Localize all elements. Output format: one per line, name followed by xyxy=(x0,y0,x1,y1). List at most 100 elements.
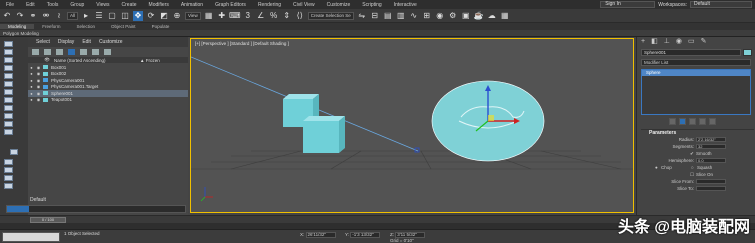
menu-animation[interactable]: Animation xyxy=(175,2,209,8)
menu-file[interactable]: File xyxy=(0,2,20,8)
motion-tab-icon[interactable]: ◉ xyxy=(676,37,682,45)
display-frozen-icon[interactable] xyxy=(4,121,13,127)
explorer-menu-display[interactable]: Display xyxy=(58,39,74,45)
angle-snap-icon[interactable]: ∠ xyxy=(256,11,266,21)
explorer-column-header[interactable]: 👁 Name (Sorted Ascending) ▲ Frozen xyxy=(28,57,188,63)
select-all-icon[interactable] xyxy=(32,48,39,55)
visibility-icon[interactable]: ● xyxy=(28,84,35,89)
render-icon[interactable]: ◉ xyxy=(35,78,42,83)
layer-icon[interactable] xyxy=(104,48,111,55)
display-xrefs-icon[interactable] xyxy=(4,97,13,103)
explorer-menu-edit[interactable]: Edit xyxy=(82,39,91,45)
configure-sets-icon[interactable] xyxy=(709,118,716,125)
display-none-icon[interactable] xyxy=(4,159,13,165)
object-color-swatch[interactable] xyxy=(743,49,752,56)
rect-selection-icon[interactable]: ▢ xyxy=(107,11,117,21)
hierarchy-icon[interactable] xyxy=(92,48,99,55)
render-icon[interactable]: ◉ xyxy=(35,65,42,70)
edit-named-selection-icon[interactable]: ⟨⟩ xyxy=(295,11,305,21)
select-manipulate-icon[interactable]: ✚ xyxy=(217,11,227,21)
select-rotate-icon[interactable]: ⟳ xyxy=(146,11,156,21)
window-crossing-icon[interactable]: ◫ xyxy=(120,11,130,21)
visibility-icon[interactable]: ● xyxy=(28,65,35,70)
render-production-icon[interactable]: ☕ xyxy=(474,11,484,21)
tab-selection[interactable]: Selection xyxy=(69,24,104,29)
viewport-label[interactable]: [+] [Perspective ] [Standard ] [Default … xyxy=(195,41,289,46)
layer-bar[interactable] xyxy=(6,205,186,213)
x-field[interactable]: 26'11/32" xyxy=(305,232,336,238)
display-spacewarps-icon[interactable] xyxy=(4,81,13,87)
toggle-scene-explorer-icon[interactable]: ▤ xyxy=(383,11,393,21)
render-icon[interactable]: ◉ xyxy=(35,91,42,96)
place-icon[interactable]: ⊕ xyxy=(172,11,182,21)
tab-object-paint[interactable]: Object Paint xyxy=(103,24,144,29)
object-name-field[interactable]: Sphere001 xyxy=(641,49,741,56)
make-unique-icon[interactable] xyxy=(689,118,696,125)
explorer-menu-customize[interactable]: Customize xyxy=(99,39,123,45)
keyboard-shortcut-icon[interactable]: ⌨ xyxy=(229,11,241,21)
select-object-icon[interactable]: ▸ xyxy=(81,11,91,21)
display-hidden-icon[interactable] xyxy=(4,129,13,135)
list-item[interactable]: ● ◉ Teapot001 xyxy=(28,97,188,104)
menu-modifiers[interactable]: Modifiers xyxy=(143,2,175,8)
segments-spinner[interactable]: 32 xyxy=(696,144,726,149)
mirror-icon[interactable]: ⇋ xyxy=(357,11,367,21)
bind-spacewarp-icon[interactable]: ≀ xyxy=(54,11,64,21)
menu-scripting[interactable]: Scripting xyxy=(356,2,387,8)
slice-to-spinner[interactable] xyxy=(696,186,726,191)
display-shapes-icon[interactable] xyxy=(4,49,13,55)
select-none-icon[interactable] xyxy=(44,48,51,55)
render-icon[interactable]: ◉ xyxy=(35,97,42,102)
menu-views[interactable]: Views xyxy=(90,2,115,8)
display-cameras-icon[interactable] xyxy=(4,65,13,71)
selection-filter-dropdown[interactable]: All xyxy=(67,11,79,20)
render-in-cloud-icon[interactable]: ☁ xyxy=(487,11,497,21)
pivot-center-icon[interactable]: ▦ xyxy=(204,11,214,21)
display-all-icon[interactable] xyxy=(10,149,18,155)
ribbon-polygon-modeling[interactable]: Polygon Modeling xyxy=(0,30,755,37)
visibility-icon[interactable]: ● xyxy=(28,71,35,76)
maxscript-listener[interactable] xyxy=(2,232,60,242)
explorer-menu-select[interactable]: Select xyxy=(36,39,50,45)
display-bones-icon[interactable] xyxy=(4,105,13,111)
display-containers-icon[interactable] xyxy=(4,113,13,119)
tab-populate[interactable]: Populate xyxy=(144,24,178,29)
show-end-result-icon[interactable] xyxy=(679,118,686,125)
stack-item-sphere[interactable]: Sphere xyxy=(642,70,750,76)
menu-edit[interactable]: Edit xyxy=(20,2,41,8)
parameters-heading[interactable]: Parameters xyxy=(641,129,754,136)
squash-radio[interactable]: ○ xyxy=(691,164,694,171)
align-icon[interactable]: ⊟ xyxy=(370,11,380,21)
display-groups-icon[interactable] xyxy=(4,89,13,95)
visibility-icon[interactable]: ● xyxy=(28,97,35,102)
visibility-icon[interactable]: ● xyxy=(28,91,35,96)
pin-stack-icon[interactable] xyxy=(669,118,676,125)
render-setup-icon[interactable]: ⚙ xyxy=(448,11,458,21)
render-icon[interactable]: ◉ xyxy=(35,71,42,76)
box-objects[interactable] xyxy=(283,94,345,153)
lock-icon[interactable] xyxy=(80,48,87,55)
menu-civil-view[interactable]: Civil View xyxy=(287,2,321,8)
render-icon[interactable]: ◉ xyxy=(35,84,42,89)
hierarchy-tab-icon[interactable]: ⊥ xyxy=(664,37,670,45)
menu-tools[interactable]: Tools xyxy=(41,2,65,8)
select-move-icon[interactable]: ✥ xyxy=(133,10,144,21)
column-frozen-header[interactable]: ▲ Frozen xyxy=(140,58,160,63)
display-children-icon[interactable] xyxy=(4,175,13,181)
curve-editor-icon[interactable]: ∿ xyxy=(409,11,419,21)
select-scale-icon[interactable]: ◩ xyxy=(159,11,169,21)
modifier-list-dropdown[interactable]: Modifier List xyxy=(641,59,751,66)
menu-rendering[interactable]: Rendering xyxy=(252,2,287,8)
tab-freeform[interactable]: Freeform xyxy=(34,24,68,29)
remove-modifier-icon[interactable] xyxy=(699,118,706,125)
slice-on-checkbox[interactable]: ☐ xyxy=(690,171,694,178)
selection-toggle-icon[interactable] xyxy=(68,48,75,55)
snaps-toggle-icon[interactable]: 3 xyxy=(243,11,253,21)
workspace-dropdown[interactable]: Default xyxy=(690,1,752,8)
y-field[interactable]: -1'3 13/32" xyxy=(350,232,381,238)
smooth-checkbox[interactable]: ✔ xyxy=(690,150,694,157)
column-name-header[interactable]: Name (Sorted Ascending) xyxy=(50,58,106,63)
create-tab-icon[interactable]: + xyxy=(641,38,645,45)
rendered-frame-window-icon[interactable]: ▣ xyxy=(461,11,471,21)
percent-snap-icon[interactable]: % xyxy=(269,11,279,21)
